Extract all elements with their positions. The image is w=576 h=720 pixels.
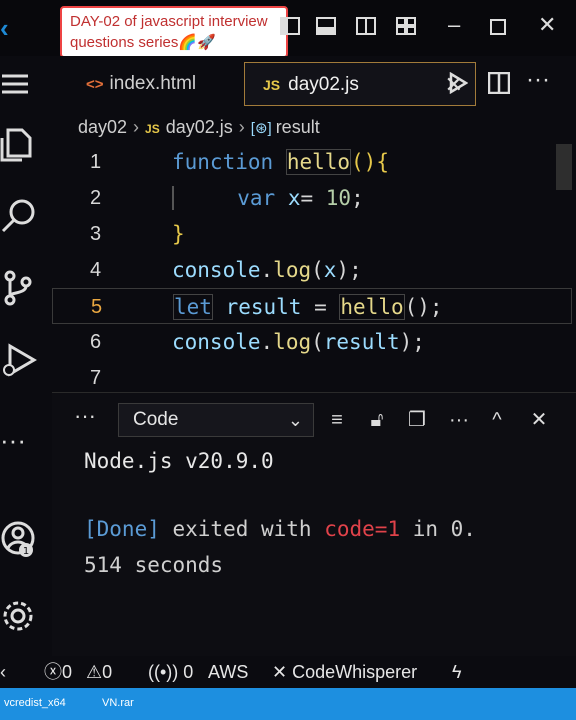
- settings-gear-icon[interactable]: [0, 596, 40, 636]
- codewhisperer-item[interactable]: ✕ CodeWhisperer: [272, 656, 417, 688]
- code-editor[interactable]: 1 function hello(){ 2 var x= 10; 3 } 4 c…: [52, 144, 576, 392]
- ports-item[interactable]: ((•)) 0: [148, 656, 193, 688]
- code-line[interactable]: 3 }: [52, 216, 572, 252]
- output-channel-value: Code: [133, 409, 179, 430]
- output-panel: ··· Code ⌄ ≡ 🔓︎ ❐ ··· ^ ✕ Node.js v20.9.…: [52, 392, 576, 656]
- breadcrumb-symbol[interactable]: result: [276, 117, 320, 137]
- tab-label: day02.js: [288, 74, 359, 95]
- run-code-icon[interactable]: [448, 72, 468, 94]
- notification-icon[interactable]: ϟ: [452, 656, 462, 688]
- tab-day02-js[interactable]: JS day02.js ✕: [244, 62, 476, 106]
- customize-layout-icon[interactable]: [396, 16, 416, 36]
- exit-code: code=1: [324, 517, 401, 541]
- lock-icon[interactable]: 🔓︎: [366, 409, 388, 431]
- output-done-line: [Done] exited with code=1 in 0.: [84, 517, 476, 541]
- filter-list-icon[interactable]: ≡: [326, 409, 348, 431]
- line-number: 3: [90, 223, 102, 245]
- in-text: in 0.: [400, 517, 476, 541]
- panel-more-icon[interactable]: ···: [74, 403, 96, 429]
- line-number: 2: [90, 187, 102, 209]
- warning-count: 0: [102, 662, 113, 682]
- code-line[interactable]: 2 var x= 10;: [52, 180, 572, 216]
- code-line-active[interactable]: 5 let result = hello();: [52, 288, 572, 324]
- search-icon[interactable]: [0, 196, 40, 236]
- code-text: console.log(result);: [172, 330, 425, 354]
- taskbar-item[interactable]: VN.rar: [102, 688, 134, 718]
- line-number: 5: [91, 296, 103, 318]
- status-bar: ‹ ⓧ0 ⚠0 ((•)) 0 AWS ✕ CodeWhisperer ϟ: [0, 656, 576, 688]
- output-node-version: Node.js v20.9.0: [84, 449, 274, 473]
- line-number: 4: [90, 259, 102, 281]
- output-channel-select[interactable]: Code ⌄: [118, 403, 314, 437]
- tab-label: index.html: [109, 73, 197, 94]
- tab-index-html[interactable]: <> index.html: [64, 62, 240, 106]
- chevron-right-icon: ›: [238, 117, 245, 137]
- source-control-icon[interactable]: [0, 268, 40, 308]
- ports-count: 0: [183, 662, 194, 682]
- codewhisperer-label: CodeWhisperer: [292, 662, 418, 682]
- editor-tab-bar: <> index.html JS day02.js ✕ ···: [52, 56, 576, 108]
- code-line[interactable]: 1 function hello(){: [52, 144, 572, 180]
- code-line[interactable]: 6 console.log(result);: [52, 324, 572, 360]
- svg-text:1: 1: [23, 546, 29, 557]
- code-text: function hello(){: [172, 149, 389, 175]
- toggle-secondary-sidebar-icon[interactable]: [356, 16, 376, 36]
- toggle-panel-icon[interactable]: [316, 16, 336, 36]
- code-text: console.log(x);: [172, 258, 362, 282]
- explorer-icon[interactable]: [0, 124, 40, 164]
- warnings-item[interactable]: ⚠0: [86, 656, 112, 688]
- vscode-logo-icon: ‹: [0, 13, 9, 43]
- line-number: 6: [90, 331, 102, 353]
- code-text: let result = hello();: [173, 294, 443, 320]
- split-editor-icon[interactable]: [488, 72, 510, 94]
- exited-text: exited with: [159, 517, 325, 541]
- js-icon: JS: [263, 77, 281, 93]
- close-panel-icon[interactable]: ✕: [528, 409, 550, 431]
- variable-symbol-icon: [⊛]: [250, 120, 272, 137]
- remote-icon[interactable]: ‹: [0, 656, 6, 688]
- line-number: 1: [90, 151, 102, 173]
- js-icon: JS: [145, 122, 160, 136]
- line-number: 7: [90, 367, 102, 389]
- caption-overlay: DAY-02 of javascript interview questions…: [60, 6, 288, 58]
- x-icon: ✕: [272, 662, 293, 682]
- maximize-icon[interactable]: [490, 19, 506, 35]
- accounts-icon[interactable]: 1: [0, 518, 40, 558]
- chevron-down-icon: ⌄: [287, 410, 303, 430]
- warning-icon: ⚠: [86, 662, 103, 682]
- taskbar: vcredist_x64 VN.rar: [0, 688, 576, 720]
- code-text: }: [172, 222, 185, 246]
- breadcrumb-file[interactable]: day02.js: [166, 117, 233, 137]
- activity-bar: ··· 1: [0, 56, 52, 656]
- output-seconds-line: 514 seconds: [84, 553, 224, 577]
- run-debug-icon[interactable]: [0, 340, 40, 380]
- done-tag: [Done]: [84, 517, 160, 541]
- breadcrumb-folder[interactable]: day02: [78, 117, 127, 137]
- open-in-editor-icon[interactable]: ❐: [406, 409, 428, 431]
- html-icon: <>: [86, 76, 104, 93]
- aws-item[interactable]: AWS: [208, 656, 248, 688]
- code-line[interactable]: 7: [52, 360, 572, 396]
- title-bar: ‹ DAY-02 of javascript interview questio…: [0, 0, 576, 58]
- caption-line-2: questions series🌈🚀: [70, 34, 216, 51]
- panel-header: ··· Code ⌄ ≡ 🔓︎ ❐ ··· ^ ✕: [52, 403, 576, 439]
- code-text: var x= 10;: [172, 180, 364, 216]
- broadcast-icon: ((•)): [148, 662, 179, 682]
- error-icon: ⓧ: [44, 662, 62, 682]
- errors-item[interactable]: ⓧ0: [44, 656, 72, 688]
- panel-more-actions-icon[interactable]: ···: [448, 409, 470, 431]
- more-views-icon[interactable]: ···: [0, 420, 40, 460]
- maximize-panel-icon[interactable]: ^: [486, 409, 508, 431]
- taskbar-item[interactable]: vcredist_x64: [4, 688, 66, 718]
- editor-more-actions-icon[interactable]: ···: [526, 66, 550, 94]
- toggle-primary-sidebar-icon[interactable]: [280, 16, 300, 36]
- code-line[interactable]: 4 console.log(x);: [52, 252, 572, 288]
- chevron-right-icon: ›: [133, 117, 140, 137]
- close-window-icon[interactable]: ✕: [538, 12, 556, 38]
- error-count: 0: [62, 662, 73, 682]
- breadcrumb: day02 › JS day02.js › [⊛] result: [52, 110, 576, 144]
- caption-line-1: DAY-02 of javascript interview: [70, 13, 268, 30]
- minimize-icon[interactable]: –: [448, 12, 460, 38]
- menu-icon[interactable]: [0, 64, 40, 104]
